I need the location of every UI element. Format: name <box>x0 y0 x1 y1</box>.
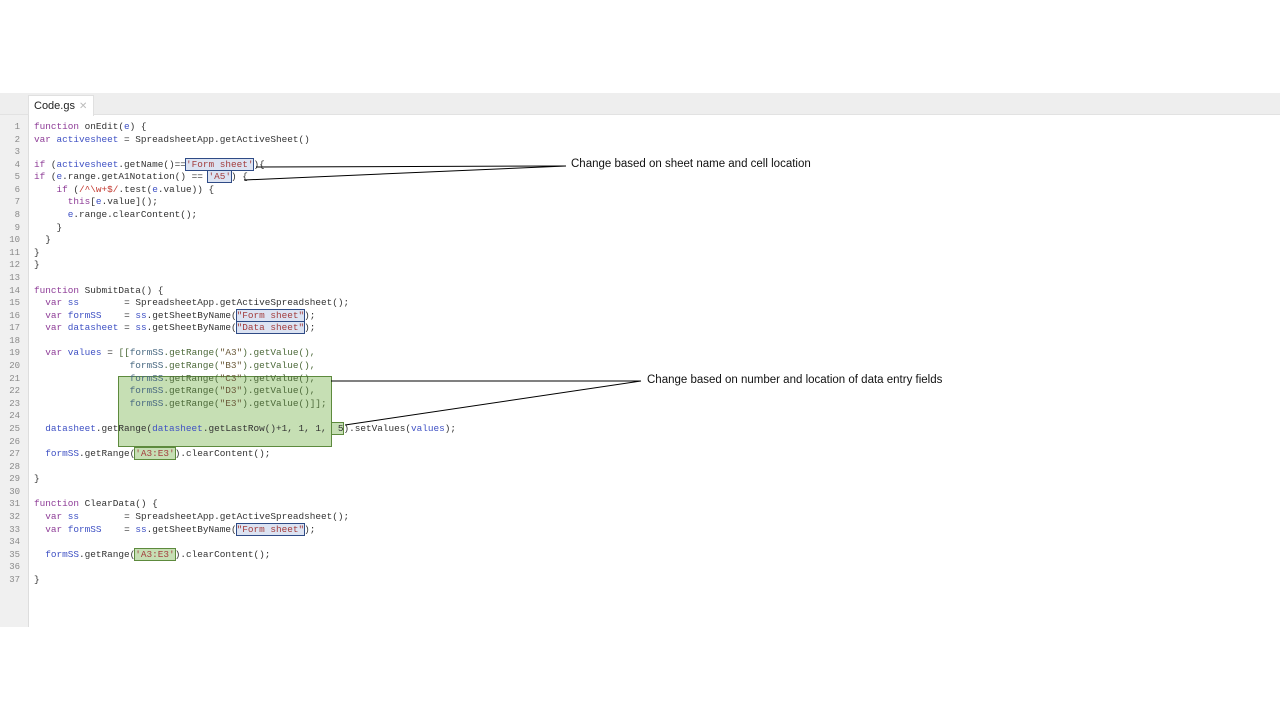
annotation-line <box>243 165 567 181</box>
annotation-line <box>344 380 642 426</box>
sheet-name-note: Change based on sheet name and cell loca… <box>571 158 811 170</box>
annotation-line <box>255 165 567 168</box>
data-fields-note: Change based on number and location of d… <box>647 374 943 386</box>
annotation-lines <box>243 165 642 426</box>
